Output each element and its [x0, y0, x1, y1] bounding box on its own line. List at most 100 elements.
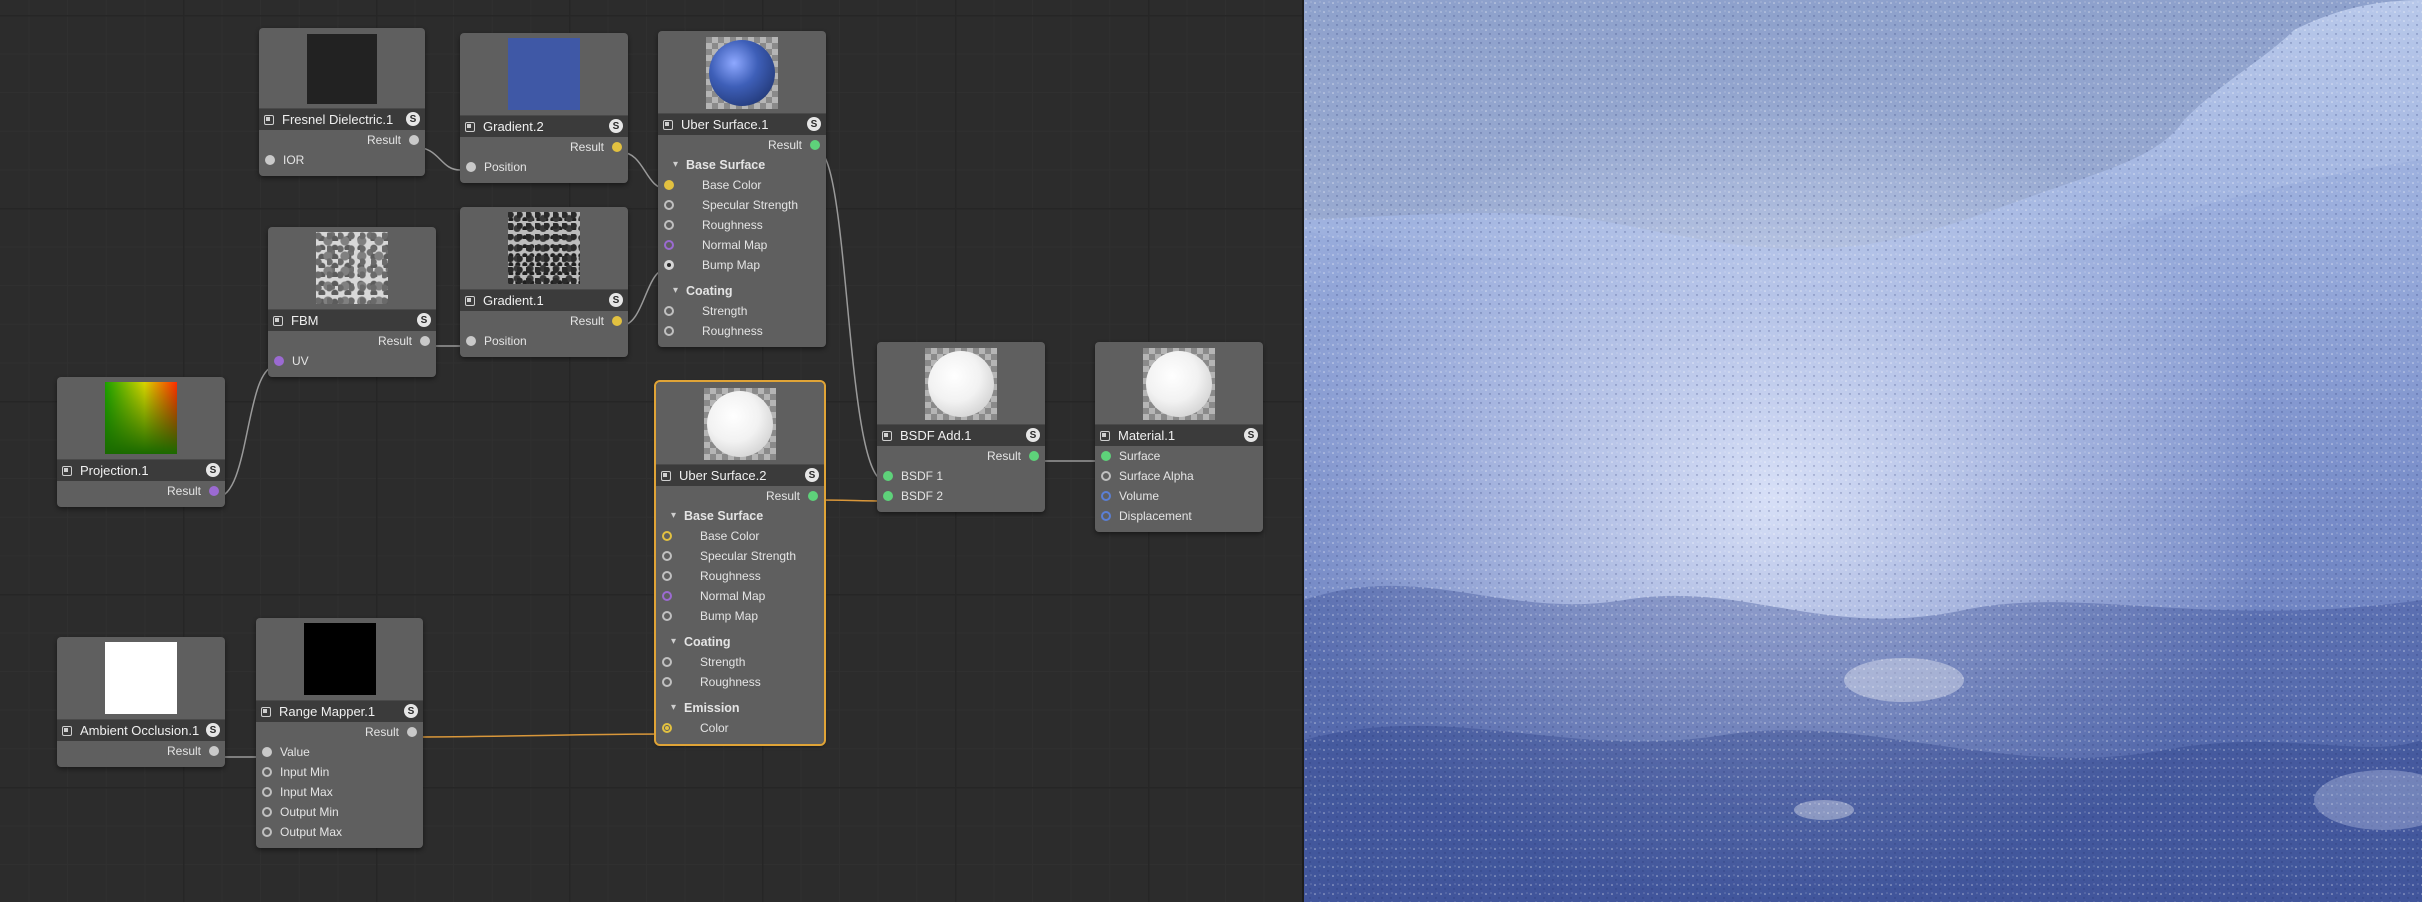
port-dot[interactable]: [209, 746, 219, 756]
port-dot[interactable]: [1101, 471, 1111, 481]
node-gradient-2[interactable]: Gradient.2 S Result Position: [460, 33, 628, 183]
solo-badge-icon[interactable]: S: [404, 704, 418, 718]
node-fresnel-dielectric[interactable]: Fresnel Dielectric.1 S Result IOR: [259, 28, 425, 176]
port-dot[interactable]: [662, 591, 672, 601]
solo-badge-icon[interactable]: S: [206, 723, 220, 737]
port-dot[interactable]: [612, 142, 622, 152]
port-dot[interactable]: [664, 240, 674, 250]
port-dot[interactable]: [466, 336, 476, 346]
port-dot[interactable]: [1029, 451, 1039, 461]
node-uber-surface-2[interactable]: Uber Surface.2 S Result Base Surface Bas…: [654, 380, 826, 746]
solo-badge-icon[interactable]: S: [1026, 428, 1040, 442]
port-dot[interactable]: [662, 657, 672, 667]
node-title-bar[interactable]: Projection.1 S: [57, 460, 225, 481]
input-port-ior[interactable]: IOR: [259, 150, 425, 170]
port-dot[interactable]: [664, 260, 674, 270]
port-dot[interactable]: [664, 220, 674, 230]
render-viewport[interactable]: [1304, 0, 2422, 902]
port-dot[interactable]: [262, 787, 272, 797]
input-port-bump-map[interactable]: Bump Map: [656, 606, 824, 626]
input-port-output-min[interactable]: Output Min: [256, 802, 423, 822]
port-dot[interactable]: [420, 336, 430, 346]
input-port-volume[interactable]: Volume: [1095, 486, 1263, 506]
output-port-result[interactable]: Result: [259, 130, 425, 150]
port-dot[interactable]: [1101, 451, 1111, 461]
port-dot[interactable]: [262, 807, 272, 817]
input-port-bump-map[interactable]: Bump Map: [658, 255, 826, 275]
solo-badge-icon[interactable]: S: [417, 313, 431, 327]
wire-projection-to-fbm-uv[interactable]: [216, 365, 277, 498]
input-port-roughness[interactable]: Roughness: [658, 215, 826, 235]
output-port-result[interactable]: Result: [877, 446, 1045, 466]
input-port-specular-strength[interactable]: Specular Strength: [656, 546, 824, 566]
node-editor[interactable]: Fresnel Dielectric.1 S Result IOR Gradie…: [0, 0, 1302, 902]
solo-badge-icon[interactable]: S: [805, 468, 819, 482]
port-dot[interactable]: [662, 571, 672, 581]
port-dot[interactable]: [662, 531, 672, 541]
port-dot[interactable]: [883, 491, 893, 501]
output-port-result[interactable]: Result: [656, 486, 824, 506]
wire-range-to-uber2-emission[interactable]: [412, 733, 667, 738]
output-port-result[interactable]: Result: [57, 741, 225, 761]
output-port-result[interactable]: Result: [256, 722, 423, 742]
input-port-base-color[interactable]: Base Color: [658, 175, 826, 195]
input-port-strength[interactable]: Strength: [656, 652, 824, 672]
group-emission[interactable]: Emission: [656, 698, 824, 718]
input-port-position[interactable]: Position: [460, 157, 628, 177]
port-dot[interactable]: [262, 747, 272, 757]
input-port-value[interactable]: Value: [256, 742, 423, 762]
solo-badge-icon[interactable]: S: [609, 293, 623, 307]
port-dot[interactable]: [808, 491, 818, 501]
node-title-bar[interactable]: Range Mapper.1 S: [256, 701, 423, 722]
port-dot[interactable]: [664, 200, 674, 210]
port-dot[interactable]: [407, 727, 417, 737]
group-coating[interactable]: Coating: [658, 281, 826, 301]
input-port-bsdf-1[interactable]: BSDF 1: [877, 466, 1045, 486]
group-coating[interactable]: Coating: [656, 632, 824, 652]
port-dot[interactable]: [262, 767, 272, 777]
wire-uber1-to-bsdf-add-1[interactable]: [816, 149, 886, 482]
node-title-bar[interactable]: Gradient.2 S: [460, 116, 628, 137]
solo-badge-icon[interactable]: S: [609, 119, 623, 133]
output-port-result[interactable]: Result: [57, 481, 225, 501]
node-gradient-1[interactable]: Gradient.1 S Result Position: [460, 207, 628, 357]
input-port-uv[interactable]: UV: [268, 351, 436, 371]
port-dot[interactable]: [662, 723, 672, 733]
port-dot[interactable]: [262, 827, 272, 837]
input-port-position[interactable]: Position: [460, 331, 628, 351]
input-port-input-min[interactable]: Input Min: [256, 762, 423, 782]
input-port-output-max[interactable]: Output Max: [256, 822, 423, 842]
port-dot[interactable]: [810, 140, 820, 150]
input-port-normal-map[interactable]: Normal Map: [656, 586, 824, 606]
node-title-bar[interactable]: Fresnel Dielectric.1 S: [259, 109, 425, 130]
port-dot[interactable]: [409, 135, 419, 145]
port-dot[interactable]: [209, 486, 219, 496]
solo-badge-icon[interactable]: S: [1244, 428, 1258, 442]
port-dot[interactable]: [883, 471, 893, 481]
input-port-specular-strength[interactable]: Specular Strength: [658, 195, 826, 215]
port-dot[interactable]: [664, 306, 674, 316]
node-title-bar[interactable]: Uber Surface.1 S: [658, 114, 826, 135]
port-dot[interactable]: [274, 356, 284, 366]
node-title-bar[interactable]: Ambient Occlusion.1 S: [57, 720, 225, 741]
input-port-roughness[interactable]: Roughness: [656, 672, 824, 692]
port-dot[interactable]: [612, 316, 622, 326]
input-port-roughness[interactable]: Roughness: [656, 566, 824, 586]
node-title-bar[interactable]: BSDF Add.1 S: [877, 425, 1045, 446]
group-base-surface[interactable]: Base Surface: [656, 506, 824, 526]
port-dot[interactable]: [1101, 511, 1111, 521]
node-material[interactable]: Material.1 S Surface Surface Alpha Volum…: [1095, 342, 1263, 532]
input-port-input-max[interactable]: Input Max: [256, 782, 423, 802]
solo-badge-icon[interactable]: S: [206, 463, 220, 477]
output-port-result[interactable]: Result: [460, 311, 628, 331]
group-base-surface[interactable]: Base Surface: [658, 155, 826, 175]
input-port-color[interactable]: Color: [656, 718, 824, 738]
node-title-bar[interactable]: Gradient.1 S: [460, 290, 628, 311]
output-port-result[interactable]: Result: [460, 137, 628, 157]
port-dot[interactable]: [265, 155, 275, 165]
input-port-strength[interactable]: Strength: [658, 301, 826, 321]
input-port-bsdf-2[interactable]: BSDF 2: [877, 486, 1045, 506]
node-uber-surface-1[interactable]: Uber Surface.1 S Result Base Surface Bas…: [658, 31, 826, 347]
input-port-roughness[interactable]: Roughness: [658, 321, 826, 341]
output-port-result[interactable]: Result: [658, 135, 826, 155]
